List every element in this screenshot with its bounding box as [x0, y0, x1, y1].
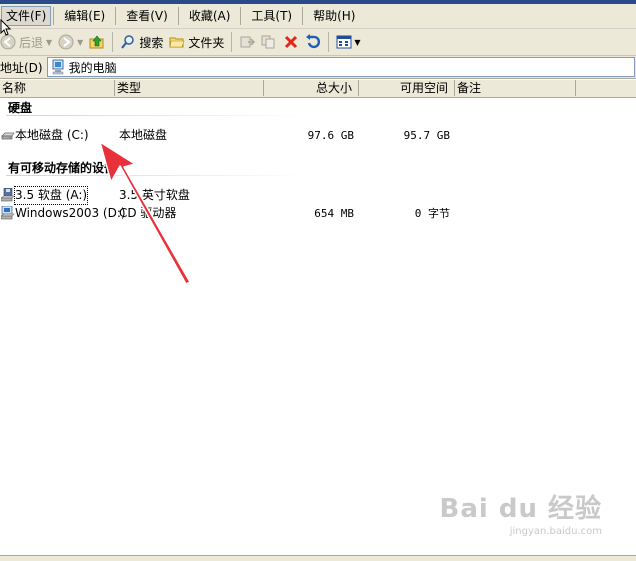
- watermark-url: jingyan.baidu.com: [509, 526, 602, 537]
- group-title-hard-disks: 硬盘: [8, 101, 33, 115]
- search-button[interactable]: 搜索: [117, 31, 166, 53]
- cd-drive-icon: [0, 205, 15, 225]
- item-type: CD 驱动器: [119, 206, 177, 220]
- address-value: 我的电脑: [68, 60, 117, 75]
- menu-separator: [53, 7, 55, 25]
- watermark: Bai du 经验 jingyan.baidu.com: [439, 488, 603, 537]
- up-folder-button[interactable]: [86, 31, 108, 53]
- forward-button[interactable]: ▼: [55, 31, 86, 53]
- menu-separator: [302, 7, 304, 25]
- column-header-row: 名称 类型 总大小 可用空间 备注: [0, 80, 636, 98]
- column-header-type[interactable]: 类型: [115, 80, 264, 96]
- menu-separator: [177, 7, 179, 25]
- column-header-comment[interactable]: 备注: [455, 80, 576, 96]
- move-to-icon: [239, 34, 256, 50]
- folders-button-label: 文件夹: [188, 35, 225, 50]
- back-button-label: 后退: [19, 35, 44, 50]
- status-bar-edge: [0, 555, 636, 561]
- menu-view[interactable]: 查看(V): [118, 4, 176, 28]
- item-name: Windows2003 (D:): [15, 206, 126, 220]
- folders-button[interactable]: 文件夹: [166, 31, 227, 53]
- item-name: 本地磁盘 (C:): [15, 128, 89, 142]
- column-header-name[interactable]: 名称: [0, 80, 115, 96]
- watermark-logo-text: Bai du 经验: [439, 494, 602, 524]
- forward-arrow-icon: [58, 34, 74, 50]
- item-total-size: 654 MB: [314, 207, 354, 220]
- list-item[interactable]: 3.5 软盘 (A:) 3.5 英寸软盘: [0, 186, 636, 205]
- back-dropdown-icon[interactable]: ▼: [46, 38, 52, 47]
- delete-button[interactable]: [280, 31, 302, 53]
- group-divider: [6, 115, 306, 116]
- menu-favorites[interactable]: 收藏(A): [181, 4, 239, 28]
- search-button-label: 搜索: [139, 35, 164, 50]
- menu-edit[interactable]: 编辑(E): [56, 4, 113, 28]
- hard-drive-icon: [1, 128, 15, 147]
- toolbar-separator: [112, 32, 114, 52]
- views-dropdown-icon[interactable]: ▼: [354, 38, 360, 47]
- mouse-cursor-icon: [0, 19, 12, 36]
- my-computer-icon: [50, 59, 66, 75]
- delete-x-icon: [283, 34, 299, 50]
- list-item[interactable]: Windows2003 (D:) CD 驱动器 654 MB 0 字节: [0, 205, 636, 222]
- item-type: 3.5 英寸软盘: [119, 188, 190, 202]
- copy-to-button[interactable]: [258, 31, 280, 53]
- column-header-free-space[interactable]: 可用空间: [359, 80, 455, 96]
- undo-icon: [305, 34, 321, 50]
- address-bar: 地址(D) 我的电脑: [0, 56, 636, 79]
- group-divider: [6, 175, 306, 176]
- item-total-size: 97.6 GB: [307, 129, 354, 142]
- undo-button[interactable]: [302, 31, 324, 53]
- toolbar-separator: [231, 32, 233, 52]
- standard-toolbar: 后退 ▼ ▼ 搜索 文件夹 ▼: [0, 29, 636, 56]
- copy-to-icon: [261, 34, 277, 50]
- up-folder-icon: [89, 34, 105, 50]
- address-field[interactable]: 我的电脑: [46, 57, 635, 77]
- search-icon: [120, 34, 136, 50]
- column-header-total-size[interactable]: 总大小: [264, 80, 359, 96]
- move-to-button[interactable]: [236, 31, 258, 53]
- menubar: 文件(F) 编辑(E) 查看(V) 收藏(A) 工具(T) 帮助(H): [0, 4, 636, 29]
- item-type: 本地磁盘: [119, 128, 168, 142]
- item-name: 3.5 软盘 (A:): [13, 186, 89, 205]
- item-free-space: 0 字节: [414, 207, 450, 220]
- toolbar-separator: [328, 32, 330, 52]
- list-item[interactable]: 本地磁盘 (C:) 本地磁盘 97.6 GB 95.7 GB: [0, 127, 636, 144]
- folder-icon: [169, 34, 185, 50]
- item-free-space: 95.7 GB: [403, 129, 450, 142]
- menu-separator: [115, 7, 117, 25]
- menu-help[interactable]: 帮助(H): [305, 4, 363, 28]
- group-title-removable-storage: 有可移动存储的设备: [8, 161, 117, 175]
- forward-dropdown-icon[interactable]: ▼: [77, 38, 83, 47]
- views-button[interactable]: ▼: [333, 31, 363, 53]
- menu-separator: [240, 7, 242, 25]
- menu-tools[interactable]: 工具(T): [243, 4, 300, 28]
- views-grid-icon: [336, 34, 352, 50]
- address-label: 地址(D): [0, 60, 43, 75]
